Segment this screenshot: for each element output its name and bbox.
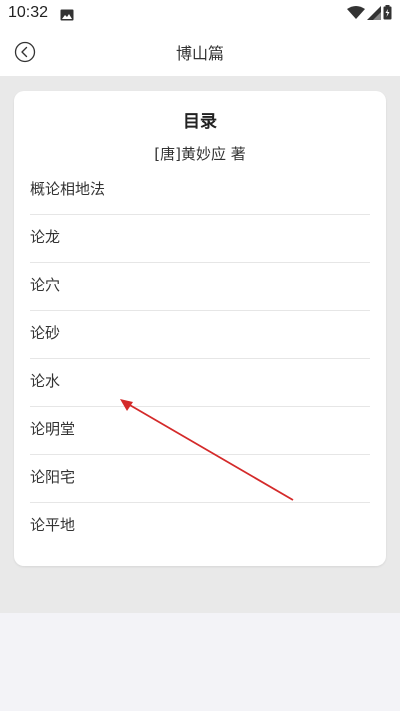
bottom-area	[0, 613, 400, 711]
toc-item[interactable]: 论阳宅	[30, 455, 370, 503]
toc-item[interactable]: 论平地	[30, 503, 370, 551]
toc-item[interactable]: 概论相地法	[30, 167, 370, 215]
status-bar: 10:32	[0, 0, 400, 28]
toc-item[interactable]: 论明堂	[30, 407, 370, 455]
signal-icon	[367, 5, 381, 24]
toc-title: 目录	[183, 112, 217, 132]
image-icon	[60, 6, 74, 25]
toc-list: 概论相地法 论龙 论穴 论砂 论水 论明堂 论阳宅 论平地	[30, 167, 370, 551]
toc-item[interactable]: 论龙	[30, 215, 370, 263]
app-bar: 博山篇	[0, 28, 400, 76]
battery-icon	[383, 5, 392, 24]
author-line: [唐]黄妙应 著	[154, 145, 246, 163]
toc-item[interactable]: 论水	[30, 359, 370, 407]
wifi-icon	[347, 5, 365, 24]
toc-card: 目录 [唐]黄妙应 著 概论相地法 论龙 论穴 论砂 论水 论明堂 论阳宅 论平…	[14, 91, 386, 566]
status-icons	[347, 5, 392, 24]
toc-item[interactable]: 论穴	[30, 263, 370, 311]
page-title: 博山篇	[175, 44, 224, 63]
status-time: 10:32	[8, 4, 49, 21]
toc-item[interactable]: 论砂	[30, 311, 370, 359]
